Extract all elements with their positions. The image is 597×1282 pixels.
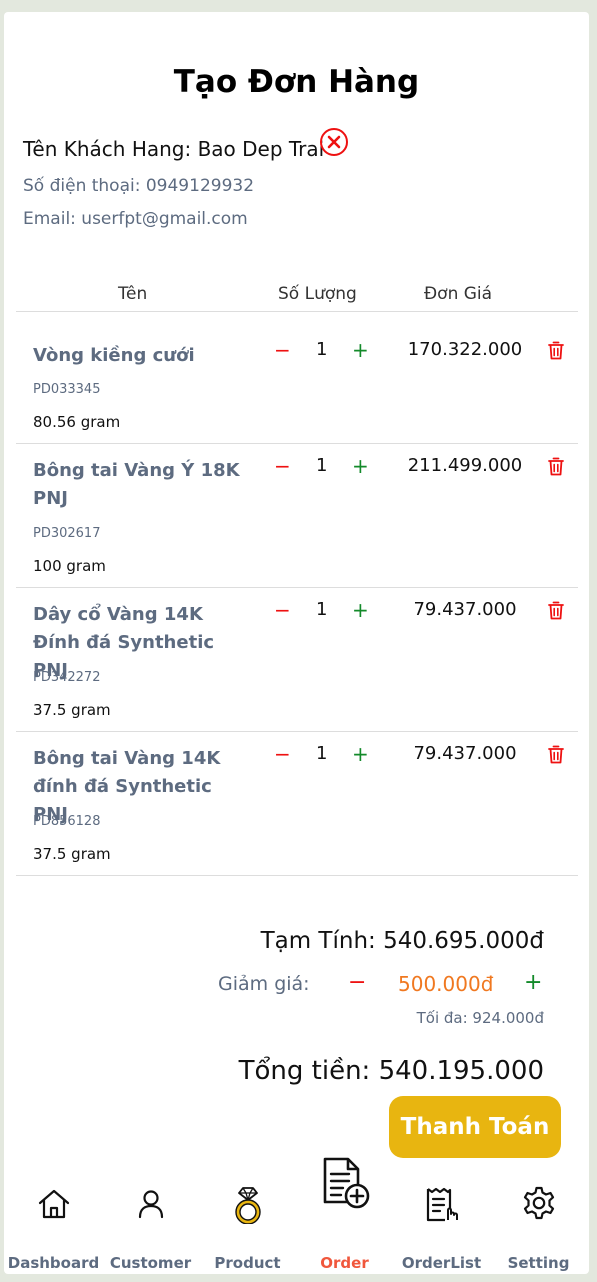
home-icon [38, 1189, 69, 1219]
header-name: Tên [118, 284, 148, 304]
nav-label: Setting [507, 1254, 570, 1272]
decrease-qty-button[interactable]: − [274, 598, 291, 622]
product-weight: 80.56 gram [33, 413, 121, 431]
trash-icon[interactable] [548, 341, 564, 360]
discount-label: Giảm giá: [218, 973, 310, 995]
decrease-qty-button[interactable]: − [274, 338, 291, 362]
table-row: Bông tai Vàng 14K đính đá Synthetic PNJ … [16, 732, 578, 875]
customer-name: Tên Khách Hang: Bao Dep Trai [23, 137, 325, 161]
page-title: Tạo Đơn Hàng [173, 64, 420, 100]
increase-qty-button[interactable]: + [352, 454, 369, 478]
product-weight: 37.5 gram [33, 701, 111, 719]
product-name: Vòng kiềng cưới [33, 345, 195, 366]
order-add-icon [323, 1157, 369, 1209]
increase-discount-button[interactable]: + [524, 970, 542, 995]
unit-price: 170.322.000 [407, 339, 523, 360]
remove-customer-button[interactable] [320, 128, 348, 156]
total-amount: Tổng tiền: 540.195.000 [238, 1056, 544, 1086]
increase-qty-button[interactable]: + [352, 598, 369, 622]
trash-icon[interactable] [548, 745, 564, 764]
pay-button[interactable]: Thanh Toán [389, 1096, 561, 1158]
user-icon [138, 1190, 163, 1219]
table-row: Dây cổ Vàng 14K Đính đá Synthetic PNJ PD… [16, 588, 578, 731]
table-row: Bông tai Vàng Ý 18K PNJ PD302617 100 gra… [16, 444, 578, 587]
nav-label: Customer [109, 1254, 192, 1272]
header-price: Đơn Giá [424, 284, 493, 304]
nav-dashboard[interactable]: Dashboard [5, 1168, 102, 1272]
table-row: Vòng kiềng cưới PD033345 80.56 gram − 1 … [16, 312, 578, 443]
gear-icon [523, 1186, 554, 1220]
row-divider [16, 875, 578, 876]
increase-qty-button[interactable]: + [352, 338, 369, 362]
nav-label: Product [214, 1254, 281, 1272]
subtotal: Tạm Tính: 540.695.000đ [260, 928, 544, 954]
unit-price: 211.499.000 [407, 455, 523, 476]
order-card: Tạo Đơn Hàng Tên Khách Hang: Bao Dep Tra… [4, 12, 589, 1274]
nav-label: OrderList [401, 1254, 482, 1272]
quantity-value: 1 [316, 599, 328, 620]
discount-value: 500.000đ [398, 972, 494, 996]
close-icon [327, 135, 341, 149]
decrease-qty-button[interactable]: − [274, 742, 291, 766]
nav-label: Dashboard [7, 1254, 100, 1272]
decrease-discount-button[interactable]: − [348, 970, 366, 995]
nav-setting[interactable]: Setting [490, 1168, 587, 1272]
product-code: PD856128 [33, 814, 101, 829]
nav-label: Order [320, 1254, 369, 1272]
product-code: PD342272 [33, 670, 101, 685]
unit-price: 79.437.000 [413, 599, 517, 620]
quantity-value: 1 [316, 743, 328, 764]
receipt-icon [426, 1187, 458, 1222]
unit-price: 79.437.000 [413, 743, 517, 764]
quantity-value: 1 [316, 455, 328, 476]
trash-icon[interactable] [548, 601, 564, 620]
discount-max: Tối đa: 924.000đ [416, 1009, 544, 1027]
product-name: Bông tai Vàng Ý 18K PNJ [33, 460, 240, 509]
customer-email: Email: userfpt@gmail.com [23, 209, 248, 229]
nav-orderlist[interactable]: OrderList [393, 1168, 490, 1272]
increase-qty-button[interactable]: + [352, 742, 369, 766]
product-code: PD033345 [33, 382, 101, 397]
ring-icon [234, 1187, 261, 1224]
nav-customer[interactable]: Customer [102, 1168, 199, 1272]
customer-phone: Số điện thoại: 0949129932 [23, 176, 255, 196]
quantity-value: 1 [316, 339, 328, 360]
decrease-qty-button[interactable]: − [274, 454, 291, 478]
nav-product[interactable]: Product [199, 1168, 296, 1272]
product-weight: 37.5 gram [33, 845, 111, 863]
product-code: PD302617 [33, 526, 101, 541]
nav-order[interactable]: Order [296, 1157, 393, 1272]
product-weight: 100 gram [33, 557, 106, 575]
header-quantity: Số Lượng [278, 284, 357, 304]
trash-icon[interactable] [548, 457, 564, 476]
